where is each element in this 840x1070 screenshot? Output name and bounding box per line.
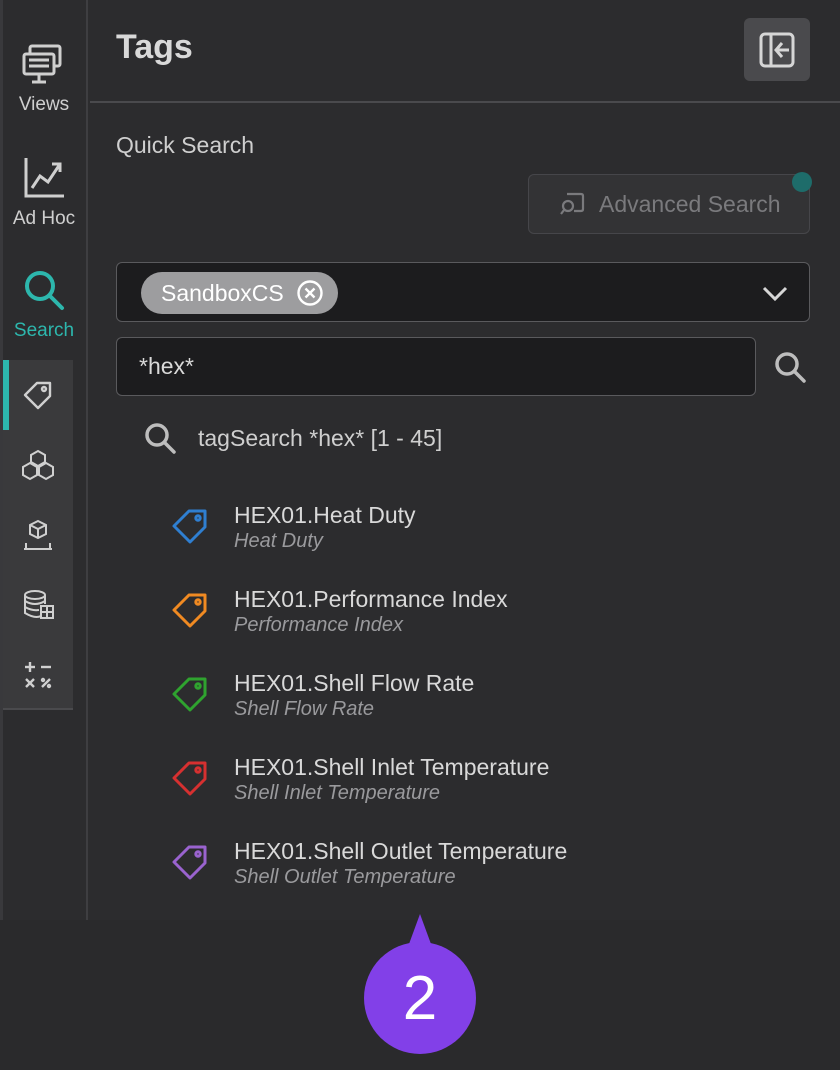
result-summary-text: tagSearch *hex* [1 - 45] xyxy=(198,424,443,451)
collapse-panel-button[interactable] xyxy=(744,18,810,81)
advanced-search-label: Advanced Search xyxy=(599,190,781,217)
search-icon xyxy=(775,352,806,383)
tag-description: Performance Index xyxy=(234,614,403,636)
collapse-panel-icon xyxy=(759,32,795,67)
remove-chip-icon[interactable] xyxy=(296,279,324,307)
chevron-down-icon[interactable] xyxy=(761,279,789,307)
subnav-calculations[interactable] xyxy=(3,640,73,710)
nav-views-label: Views xyxy=(18,94,70,115)
step-badge-pointer xyxy=(409,914,431,944)
tag-icon xyxy=(23,381,52,410)
result-summary: tagSearch *hex* [1 - 45] xyxy=(142,420,442,456)
nav-adhoc-label: Ad Hoc xyxy=(12,208,76,229)
subnav-assets[interactable] xyxy=(3,500,73,570)
list-item[interactable]: HEX01.Shell Flow Rate Shell Flow Rate xyxy=(170,670,810,754)
status-dot xyxy=(792,172,812,192)
tag-icon xyxy=(172,845,207,880)
tag-name: HEX01.Heat Duty xyxy=(234,502,416,528)
search-subnav xyxy=(3,360,73,710)
panel-header: Tags xyxy=(90,0,840,103)
tag-icon xyxy=(172,509,207,544)
line-chart-icon xyxy=(24,158,64,198)
tag-list: HEX01.Heat Duty Heat Duty HEX01.Performa… xyxy=(170,502,810,922)
search-button[interactable] xyxy=(770,347,810,387)
list-item[interactable]: HEX01.Performance Index Performance Inde… xyxy=(170,586,810,670)
calculator-icon xyxy=(25,662,52,689)
subnav-data[interactable] xyxy=(3,570,73,640)
datasource-select[interactable]: SandboxCS xyxy=(116,262,810,322)
tag-description: Shell Outlet Temperature xyxy=(234,866,456,888)
search-input-value: *hex* xyxy=(139,353,194,379)
search-icon xyxy=(25,271,64,310)
subnav-tags[interactable] xyxy=(3,360,73,430)
tag-name: HEX01.Shell Outlet Temperature xyxy=(234,838,568,864)
search-icon xyxy=(145,423,176,454)
tag-name: HEX01.Shell Flow Rate xyxy=(234,670,475,696)
tag-name: HEX01.Performance Index xyxy=(234,586,508,612)
tag-description: Shell Flow Rate xyxy=(234,698,375,720)
tag-description: Heat Duty xyxy=(234,530,323,552)
datasource-chip: SandboxCS xyxy=(141,272,338,314)
search-input[interactable]: *hex* xyxy=(116,337,756,396)
step-badge-number: 2 xyxy=(402,963,438,1033)
database-icon xyxy=(24,590,54,619)
tag-icon xyxy=(172,761,207,796)
advanced-search-icon xyxy=(560,192,585,215)
list-item[interactable]: HEX01.Shell Inlet Temperature Shell Inle… xyxy=(170,754,810,838)
monitor-icon xyxy=(22,44,62,84)
nav-search[interactable]: Search xyxy=(0,266,88,342)
step-badge: 2 xyxy=(364,942,476,1054)
tag-icon xyxy=(172,593,207,628)
list-item[interactable]: HEX01.Shell Outlet Temperature Shell Out… xyxy=(170,838,810,922)
advanced-search-button[interactable]: Advanced Search xyxy=(528,174,810,234)
subnav-models[interactable] xyxy=(3,430,73,500)
tag-icon xyxy=(172,677,207,712)
nav-search-label: Search xyxy=(13,320,75,341)
page-title: Tags xyxy=(116,28,193,66)
asset-icon xyxy=(24,519,52,550)
nav-adhoc[interactable]: Ad Hoc xyxy=(0,154,88,230)
datasource-chip-label: SandboxCS xyxy=(161,279,284,306)
tag-description: Shell Inlet Temperature xyxy=(234,782,441,804)
cubes-icon xyxy=(22,449,54,481)
nav-views[interactable]: Views xyxy=(0,40,88,116)
quick-search-label: Quick Search xyxy=(116,132,255,158)
list-item[interactable]: HEX01.Heat Duty Heat Duty xyxy=(170,502,810,586)
tag-name: HEX01.Shell Inlet Temperature xyxy=(234,754,550,780)
